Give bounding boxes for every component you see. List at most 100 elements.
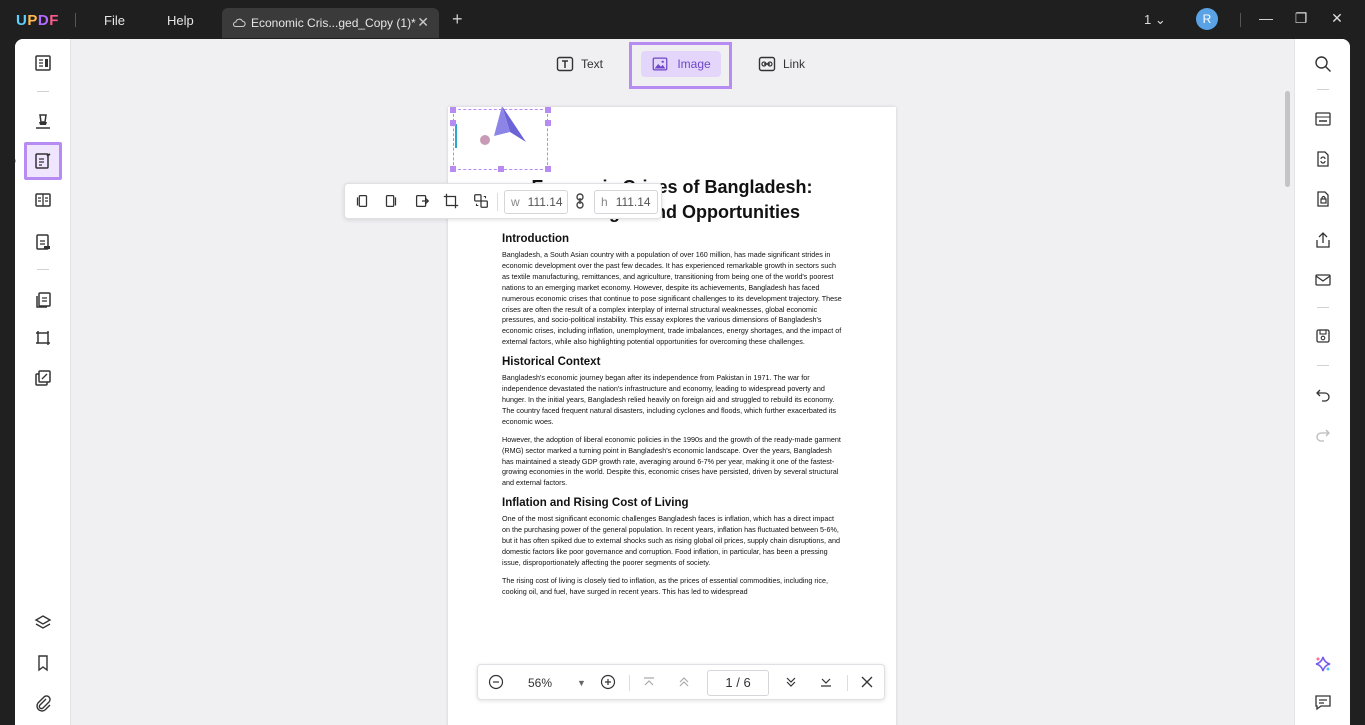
zoom-out-button[interactable] bbox=[488, 674, 506, 692]
minimize-icon[interactable]: — bbox=[1256, 8, 1276, 28]
resize-handle[interactable] bbox=[545, 166, 551, 172]
section-paragraph[interactable]: Bangladesh's economic journey began afte… bbox=[502, 373, 842, 428]
extract-image-button[interactable] bbox=[413, 192, 433, 212]
window-count[interactable]: 1 ⌄ bbox=[1144, 12, 1166, 28]
bookmark-icon bbox=[33, 653, 53, 673]
attachment-button[interactable] bbox=[29, 689, 57, 717]
sign-mode-button[interactable] bbox=[29, 228, 57, 256]
section-paragraph[interactable]: However, the adoption of liberal economi… bbox=[502, 435, 842, 490]
share-button[interactable] bbox=[1313, 230, 1333, 250]
height-label: h bbox=[601, 195, 608, 209]
add-text-label: Text bbox=[581, 57, 603, 71]
window-close-icon[interactable]: ✕ bbox=[1327, 8, 1347, 28]
zoom-level[interactable]: 56% bbox=[528, 676, 552, 690]
zoom-navigation-bar: 56% ▼ 1 / 6 bbox=[477, 664, 885, 700]
redo-button[interactable] bbox=[1313, 424, 1333, 444]
protect-button[interactable] bbox=[1313, 189, 1333, 209]
chevron-up-double-icon bbox=[676, 674, 692, 690]
section-paragraph[interactable]: Bangladesh, a South Asian country with a… bbox=[502, 250, 842, 348]
left-sidebar bbox=[15, 39, 71, 725]
replace-image-button[interactable] bbox=[472, 192, 492, 212]
first-page-button[interactable] bbox=[641, 674, 659, 692]
bookmark-button[interactable] bbox=[29, 649, 57, 677]
form-mode-button[interactable] bbox=[29, 186, 57, 214]
close-zoombar-button[interactable] bbox=[859, 674, 877, 692]
edit-mode-button[interactable] bbox=[24, 142, 62, 180]
restore-icon[interactable]: ❐ bbox=[1291, 8, 1311, 28]
resize-handle[interactable] bbox=[498, 166, 504, 172]
divider bbox=[629, 675, 630, 691]
selected-image[interactable] bbox=[453, 109, 548, 170]
divider bbox=[1317, 89, 1329, 90]
resize-handle[interactable] bbox=[545, 120, 551, 126]
reader-icon bbox=[33, 53, 53, 73]
crop-image-button[interactable] bbox=[442, 192, 462, 212]
resize-handle[interactable] bbox=[450, 120, 456, 126]
zoom-in-button[interactable] bbox=[600, 674, 618, 692]
divider bbox=[1317, 307, 1329, 308]
tab-title: Economic Cris...ged_Copy (1)* bbox=[251, 16, 416, 30]
save-icon bbox=[1314, 327, 1332, 345]
search-button[interactable] bbox=[1313, 54, 1333, 74]
next-page-button[interactable] bbox=[783, 674, 801, 692]
close-icon bbox=[859, 674, 875, 690]
add-link-label: Link bbox=[783, 57, 805, 71]
prev-page-button[interactable] bbox=[676, 674, 694, 692]
resize-handle[interactable] bbox=[450, 107, 456, 113]
add-text-button[interactable]: Text bbox=[555, 47, 603, 81]
resize-handle[interactable] bbox=[545, 107, 551, 113]
ai-assistant-button[interactable] bbox=[1313, 654, 1333, 674]
last-page-button[interactable] bbox=[818, 674, 836, 692]
section-paragraph[interactable]: The rising cost of living is closely tie… bbox=[502, 576, 842, 598]
section-heading[interactable]: Historical Context bbox=[502, 356, 842, 368]
layers-copy-icon bbox=[33, 368, 53, 388]
section-heading[interactable]: Introduction bbox=[502, 233, 842, 245]
chevron-down-double-icon bbox=[783, 674, 799, 690]
reader-mode-button[interactable] bbox=[29, 49, 57, 77]
resize-handle[interactable] bbox=[450, 166, 456, 172]
rotate-left-button[interactable] bbox=[353, 192, 373, 212]
crop-pages-button[interactable] bbox=[29, 324, 57, 352]
tools-button[interactable] bbox=[29, 364, 57, 392]
chain-link-icon bbox=[574, 193, 586, 209]
section-paragraph[interactable]: One of the most significant economic cha… bbox=[502, 514, 842, 569]
comment-mode-button[interactable] bbox=[29, 107, 57, 135]
undo-button[interactable] bbox=[1313, 384, 1333, 404]
document-tab[interactable]: Economic Cris...ged_Copy (1)* ✕ bbox=[222, 8, 439, 38]
add-image-highlight: Image bbox=[629, 42, 732, 89]
first-page-icon bbox=[641, 674, 657, 690]
organize-pages-button[interactable] bbox=[29, 286, 57, 314]
ocr-button[interactable] bbox=[1313, 109, 1333, 129]
vertical-scrollbar[interactable] bbox=[1285, 91, 1290, 187]
new-tab-icon[interactable]: + bbox=[452, 9, 463, 30]
link-icon bbox=[757, 54, 777, 74]
replace-icon bbox=[472, 192, 490, 210]
image-height-input[interactable]: h 111.14 bbox=[594, 190, 658, 214]
avatar[interactable]: R bbox=[1196, 8, 1218, 30]
add-image-label: Image bbox=[677, 57, 710, 71]
convert-button[interactable] bbox=[1313, 149, 1333, 169]
convert-icon bbox=[1314, 150, 1332, 168]
email-button[interactable] bbox=[1313, 270, 1333, 290]
rotate-right-button[interactable] bbox=[382, 192, 402, 212]
zoom-out-icon bbox=[488, 674, 504, 690]
document-content: Economic Crises of Bangladesh: Challenge… bbox=[502, 175, 842, 605]
menu-help[interactable]: Help bbox=[167, 13, 194, 28]
mail-icon bbox=[1314, 271, 1332, 289]
close-tab-icon[interactable]: ✕ bbox=[417, 14, 429, 31]
undo-icon bbox=[1314, 385, 1332, 403]
divider bbox=[847, 675, 848, 691]
text-icon bbox=[555, 54, 575, 74]
zoom-dropdown-icon[interactable]: ▼ bbox=[577, 678, 586, 688]
page-number-input[interactable]: 1 / 6 bbox=[707, 670, 769, 696]
comments-panel-button[interactable] bbox=[1313, 692, 1333, 712]
lock-ratio-button[interactable] bbox=[574, 193, 594, 213]
add-image-button[interactable]: Image bbox=[641, 51, 721, 77]
section-heading[interactable]: Inflation and Rising Cost of Living bbox=[502, 497, 842, 509]
layers-button[interactable] bbox=[29, 609, 57, 637]
save-button[interactable] bbox=[1313, 326, 1333, 346]
add-link-button[interactable]: Link bbox=[757, 47, 805, 81]
menu-file[interactable]: File bbox=[104, 13, 125, 28]
image-width-input[interactable]: w 111.14 bbox=[504, 190, 568, 214]
divider bbox=[1317, 365, 1329, 366]
